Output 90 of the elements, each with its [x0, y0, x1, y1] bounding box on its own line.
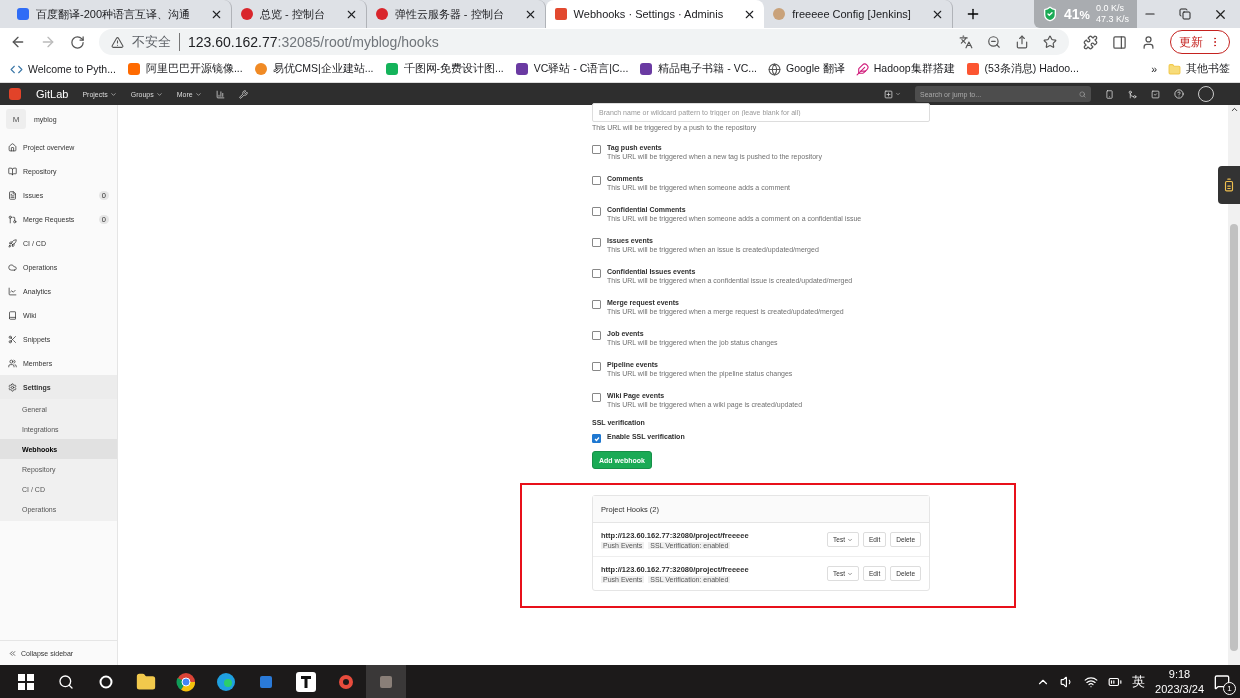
- notification-icon[interactable]: [1214, 673, 1230, 690]
- download-speed: 47.3 K/s: [1095, 14, 1129, 25]
- profile-icon[interactable]: [1141, 34, 1156, 50]
- bookmark[interactable]: 精品电子书籍 - VC...: [658, 62, 757, 76]
- new-icon[interactable]: [884, 89, 893, 99]
- notification-count: 1: [1223, 681, 1236, 695]
- warning-icon: [111, 35, 124, 49]
- checkbox[interactable]: [592, 145, 601, 154]
- cloud-icon: [8, 262, 17, 272]
- back-icon[interactable]: [10, 34, 26, 50]
- cpu-percent: 41%: [1064, 6, 1090, 22]
- url-path: :32085/root/myblog/hooks: [277, 34, 439, 50]
- checkbox[interactable]: [592, 300, 601, 309]
- bookmark[interactable]: 阿里巴巴开源镜像...: [145, 62, 243, 76]
- checkbox[interactable]: [592, 207, 601, 216]
- caret-icon[interactable]: [895, 91, 901, 97]
- insecure-label: 不安全: [132, 33, 180, 51]
- bookmark[interactable]: Google 翻译: [786, 62, 845, 76]
- scissors-icon: [8, 334, 17, 344]
- scroll-up-icon[interactable]: [1229, 105, 1239, 114]
- help-icon[interactable]: [1174, 89, 1184, 99]
- restore-icon[interactable]: [1179, 8, 1191, 20]
- zoom-icon[interactable]: [987, 35, 1001, 49]
- checkbox[interactable]: [592, 362, 601, 371]
- app-icon: [259, 674, 273, 689]
- home-icon: [8, 142, 17, 152]
- search-icon: [1079, 90, 1086, 98]
- side-widget[interactable]: [1218, 166, 1240, 204]
- checkbox[interactable]: [592, 393, 601, 402]
- checkbox[interactable]: [592, 269, 601, 278]
- checkbox[interactable]: [592, 331, 601, 340]
- merge-icon[interactable]: [1128, 89, 1137, 99]
- address-bar[interactable]: 不安全 123.60.162.77:32085/root/myblog/hooks: [99, 29, 1069, 55]
- other-bookmarks[interactable]: 其他书签: [1186, 62, 1230, 76]
- bookmark[interactable]: 易优CMS|企业建站...: [272, 62, 374, 76]
- caret-icon: [155, 90, 163, 98]
- wrench-icon[interactable]: [238, 89, 248, 99]
- app-icon: [379, 674, 393, 689]
- bookmark[interactable]: 千图网-免费设计图...: [403, 62, 504, 76]
- todo-icon[interactable]: [1151, 89, 1160, 99]
- rocket-icon: [8, 238, 17, 248]
- bookmarks-overflow[interactable]: »: [1151, 63, 1157, 75]
- bookmark[interactable]: VC驿站 - C语言|C...: [533, 62, 629, 76]
- update-button[interactable]: 更新: [1170, 30, 1230, 54]
- edge-icon[interactable]: [216, 671, 236, 692]
- checkbox[interactable]: [592, 238, 601, 247]
- extensions-icon[interactable]: [1083, 34, 1098, 50]
- caret-icon: [847, 536, 853, 543]
- star-icon[interactable]: [1043, 35, 1057, 49]
- book-icon: [8, 166, 17, 176]
- feather-icon: [855, 62, 869, 76]
- folder-icon: [1168, 62, 1181, 76]
- check-icon: [593, 435, 600, 442]
- scroll-thumb[interactable]: [1230, 224, 1238, 651]
- collapse-icon: [8, 648, 17, 658]
- book-icon: [8, 310, 17, 320]
- share-icon[interactable]: [1015, 35, 1029, 49]
- merge-icon: [8, 214, 17, 224]
- checkbox[interactable]: [592, 434, 601, 443]
- caret-icon: [109, 90, 117, 98]
- globe-icon: [768, 62, 781, 76]
- caret-icon: [194, 90, 202, 98]
- wifi-icon[interactable]: [1084, 674, 1099, 689]
- folder-icon[interactable]: [136, 671, 156, 692]
- brand-name[interactable]: GitLab: [36, 88, 69, 100]
- bookmark[interactable]: Hadoop集群搭建: [873, 62, 955, 76]
- shield-icon: [1042, 6, 1058, 22]
- users-icon: [8, 358, 17, 368]
- chart-icon: [8, 286, 17, 296]
- windows-icon[interactable]: [18, 673, 34, 690]
- battery-icon: [1222, 178, 1236, 192]
- bookmark[interactable]: Welcome to Pyth...: [28, 63, 116, 75]
- clock[interactable]: 9:18 2023/3/24: [1155, 666, 1204, 697]
- document-icon: [8, 190, 17, 200]
- chrome-icon[interactable]: [176, 671, 196, 692]
- input-method[interactable]: 英: [1132, 672, 1146, 691]
- circle-icon[interactable]: [99, 674, 113, 689]
- bookmark[interactable]: (53条消息) Hadoo...: [984, 62, 1079, 76]
- checkbox[interactable]: [592, 176, 601, 185]
- search-icon[interactable]: [58, 673, 74, 690]
- side-panel-icon[interactable]: [1112, 34, 1127, 50]
- app-icon[interactable]: [296, 671, 316, 692]
- project-avatar: M: [6, 109, 26, 129]
- chart-icon[interactable]: [215, 89, 225, 99]
- settings-icon: [8, 382, 17, 392]
- caret-icon: [847, 570, 853, 577]
- browser-tab[interactable]: Webhooks · Settings · Adminis: [545, 0, 765, 28]
- reload-icon[interactable]: [70, 34, 85, 50]
- url-host: 123.60.162.77: [188, 34, 278, 50]
- upload-speed: 0.0 K/s: [1095, 3, 1125, 14]
